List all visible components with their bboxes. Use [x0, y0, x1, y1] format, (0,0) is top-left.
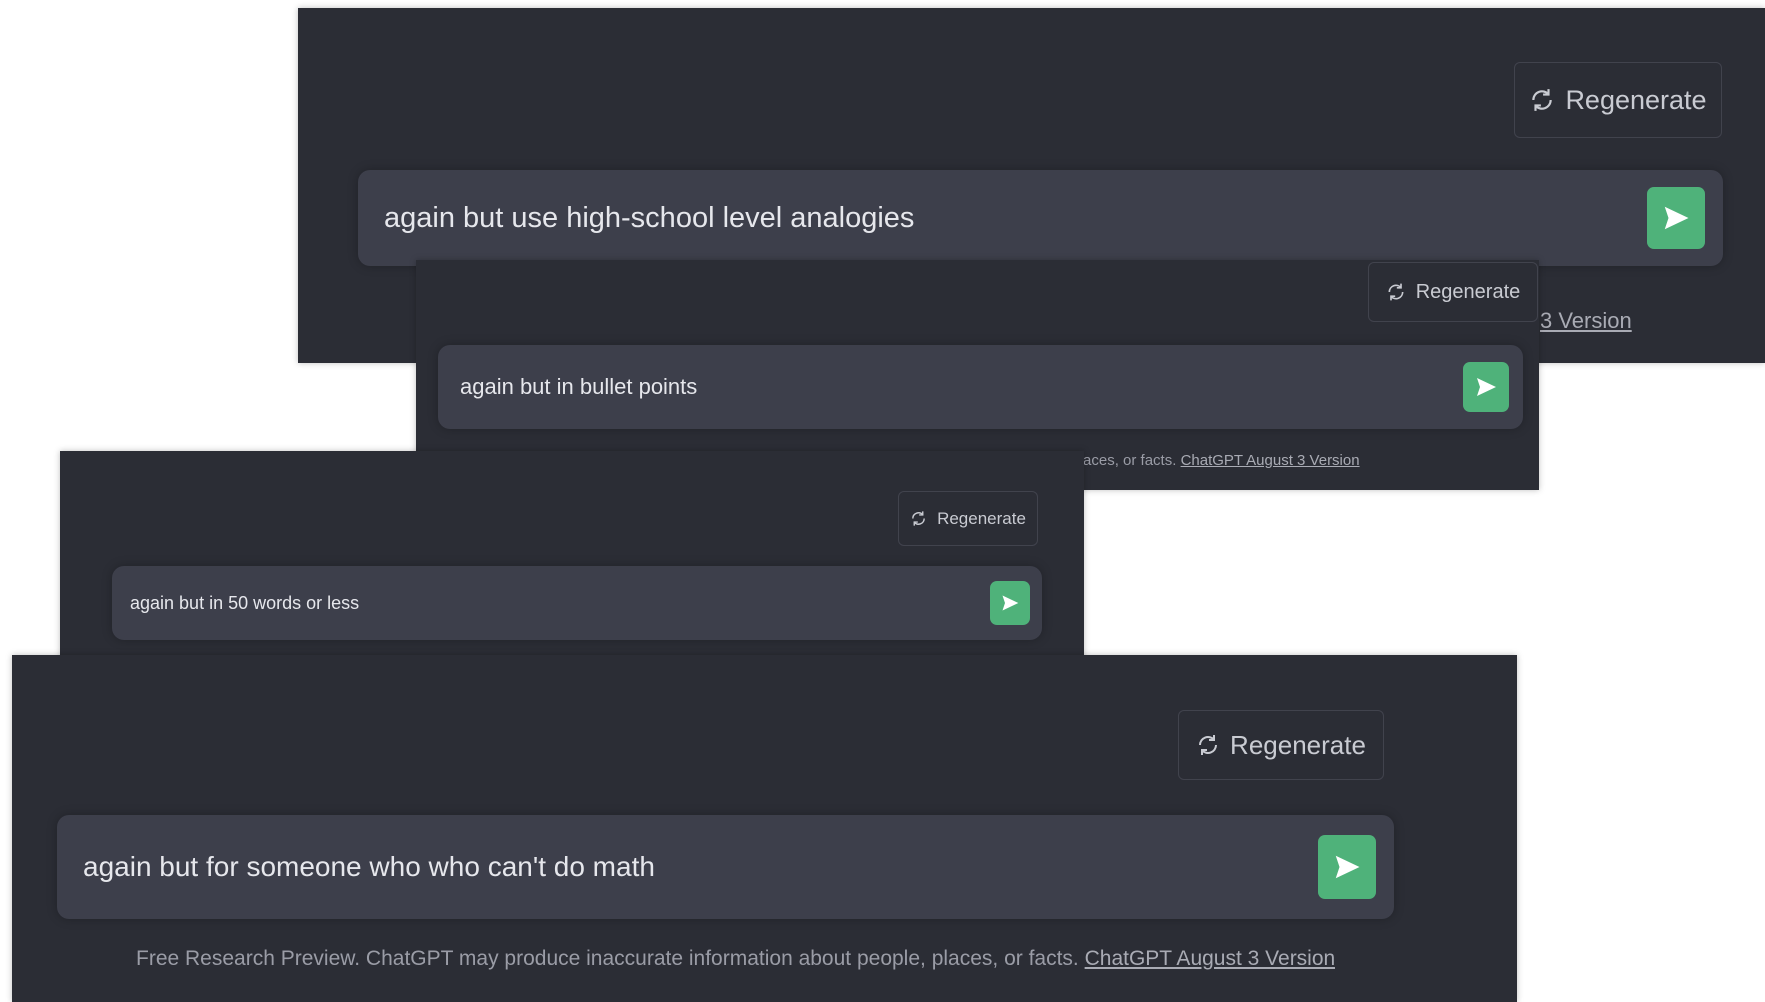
- refresh-icon: [912, 511, 925, 526]
- refresh-icon: [1532, 89, 1553, 111]
- regenerate-label: Regenerate: [1415, 280, 1521, 303]
- prompt-input[interactable]: again but use high-school level analogie…: [358, 170, 1723, 266]
- prompt-text: again but for someone who who can't do m…: [83, 851, 655, 882]
- prompt-text: again but in 50 words or less: [130, 592, 360, 613]
- footer-disclaimer: Free Research Preview. ChatGPT may produ…: [136, 947, 1335, 971]
- regenerate-label: Regenerate: [937, 508, 1026, 528]
- regenerate-button[interactable]: Regenerate: [1514, 62, 1722, 138]
- send-icon: [1002, 595, 1019, 611]
- regenerate-button[interactable]: Regenerate: [1178, 710, 1384, 780]
- chat-panel-cant-do-math: Regenerate again but for someone who who…: [12, 655, 1517, 1002]
- regenerate-button[interactable]: Regenerate: [1368, 262, 1538, 322]
- prompt-text: again but in bullet points: [460, 374, 698, 399]
- prompt-text: again but use high-school level analogie…: [384, 201, 915, 234]
- footer-text: Free Research Preview. ChatGPT may produ…: [136, 947, 1079, 970]
- prompt-input[interactable]: again but in 50 words or less: [112, 566, 1042, 640]
- send-icon: [1664, 206, 1689, 230]
- send-button[interactable]: [1463, 362, 1509, 412]
- send-icon: [1335, 855, 1360, 879]
- send-icon: [1477, 378, 1496, 396]
- refresh-icon: [1199, 735, 1218, 755]
- prompt-input[interactable]: again but for someone who who can't do m…: [57, 815, 1394, 919]
- version-link[interactable]: ChatGPT August 3 Version: [1181, 452, 1360, 469]
- send-button[interactable]: [1647, 187, 1705, 249]
- version-link[interactable]: 3 Version: [1540, 308, 1632, 334]
- send-button[interactable]: [1318, 835, 1376, 899]
- prompt-input[interactable]: again but in bullet points: [438, 345, 1523, 429]
- version-link[interactable]: ChatGPT August 3 Version: [1085, 947, 1336, 970]
- refresh-icon: [1388, 283, 1404, 301]
- send-button[interactable]: [990, 581, 1030, 625]
- regenerate-button[interactable]: Regenerate: [898, 491, 1038, 546]
- regenerate-label: Regenerate: [1565, 84, 1707, 115]
- regenerate-label: Regenerate: [1230, 729, 1366, 760]
